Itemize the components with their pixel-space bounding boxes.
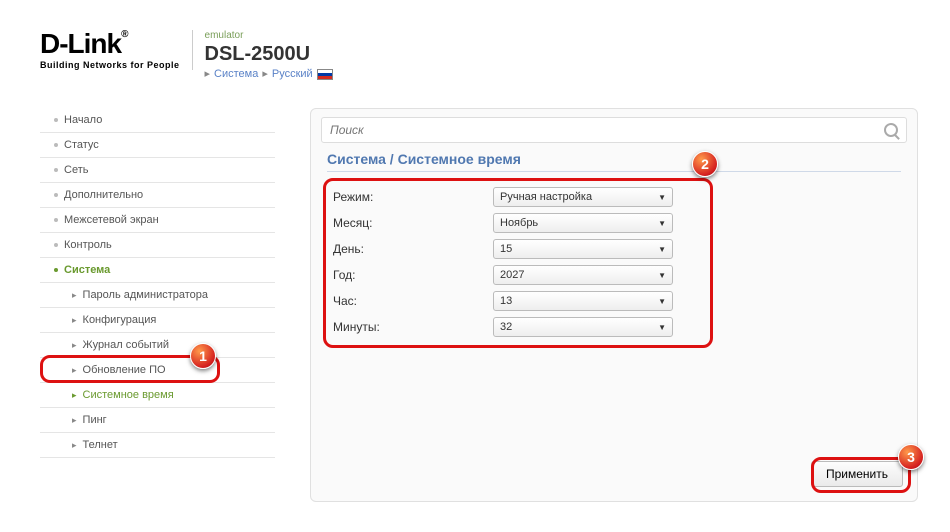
search-box[interactable] [321,117,907,143]
sidebar-sub-admin-password[interactable]: ▸Пароль администратора [40,283,275,308]
day-label: День: [333,242,493,256]
chevron-icon: ▸ [205,68,211,81]
brand-tagline: Building Networks for People [40,60,180,70]
sidebar-sub-telnet[interactable]: ▸Телнет [40,433,275,458]
sidebar-sub-log[interactable]: ▸Журнал событий [40,333,275,358]
mode-select[interactable]: Ручная настройка▼ [493,187,673,207]
sidebar-item-advanced[interactable]: Дополнительно [40,183,275,208]
header-divider [192,30,193,70]
month-select[interactable]: Ноябрь▼ [493,213,673,233]
sidebar-sub-ping[interactable]: ▸Пинг [40,408,275,433]
sidebar-item-firewall[interactable]: Межсетевой экран [40,208,275,233]
min-label: Минуты: [333,320,493,334]
crumb-system[interactable]: Система [214,68,258,81]
sidebar-sub-update[interactable]: ▸Обновление ПО [40,358,275,383]
flag-ru-icon[interactable] [317,69,333,80]
search-input[interactable] [330,123,884,137]
year-label: Год: [333,268,493,282]
emulator-label: emulator [205,30,333,42]
header-breadcrumb: ▸ Система ▸ Русский [205,68,333,81]
chevron-down-icon: ▼ [658,193,666,202]
chevron-down-icon: ▼ [658,245,666,254]
sidebar-sub-config[interactable]: ▸Конфигурация [40,308,275,333]
mode-label: Режим: [333,190,493,204]
chevron-down-icon: ▼ [658,297,666,306]
chevron-icon: ▸ [262,68,268,81]
chevron-down-icon: ▼ [658,271,666,280]
annotation-badge-3: 3 [898,444,924,470]
sidebar-item-home[interactable]: Начало [40,108,275,133]
chevron-down-icon: ▼ [658,219,666,228]
sidebar-item-network[interactable]: Сеть [40,158,275,183]
apply-button[interactable]: Применить [811,461,903,487]
sidebar-item-control[interactable]: Контроль [40,233,275,258]
sidebar: Начало Статус Сеть Дополнительно Межсете… [40,108,275,458]
model-name: DSL-2500U [205,42,333,66]
page-title: Система / Системное время [327,151,901,172]
min-select[interactable]: 32▼ [493,317,673,337]
brand-logo: D-Link® [40,30,180,58]
model-block: emulator DSL-2500U ▸ Система ▸ Русский [205,30,333,81]
header: D-Link® Building Networks for People emu… [40,30,333,90]
search-icon[interactable] [884,123,898,137]
main-panel: Система / Системное время Режим: Ручная … [310,108,918,502]
sidebar-sub-system-time[interactable]: ▸Системное время [40,383,275,408]
annotation-badge-2: 2 [692,151,718,177]
crumb-lang[interactable]: Русский [272,68,313,81]
time-form: Режим: Ручная настройка▼ Месяц: Ноябрь▼ … [333,184,895,340]
year-select[interactable]: 2027▼ [493,265,673,285]
sidebar-item-status[interactable]: Статус [40,133,275,158]
annotation-badge-1: 1 [190,343,216,369]
chevron-down-icon: ▼ [658,323,666,332]
hour-label: Час: [333,294,493,308]
logo-block: D-Link® Building Networks for People [40,30,180,70]
hour-select[interactable]: 13▼ [493,291,673,311]
month-label: Месяц: [333,216,493,230]
day-select[interactable]: 15▼ [493,239,673,259]
sidebar-item-system[interactable]: Система [40,258,275,283]
